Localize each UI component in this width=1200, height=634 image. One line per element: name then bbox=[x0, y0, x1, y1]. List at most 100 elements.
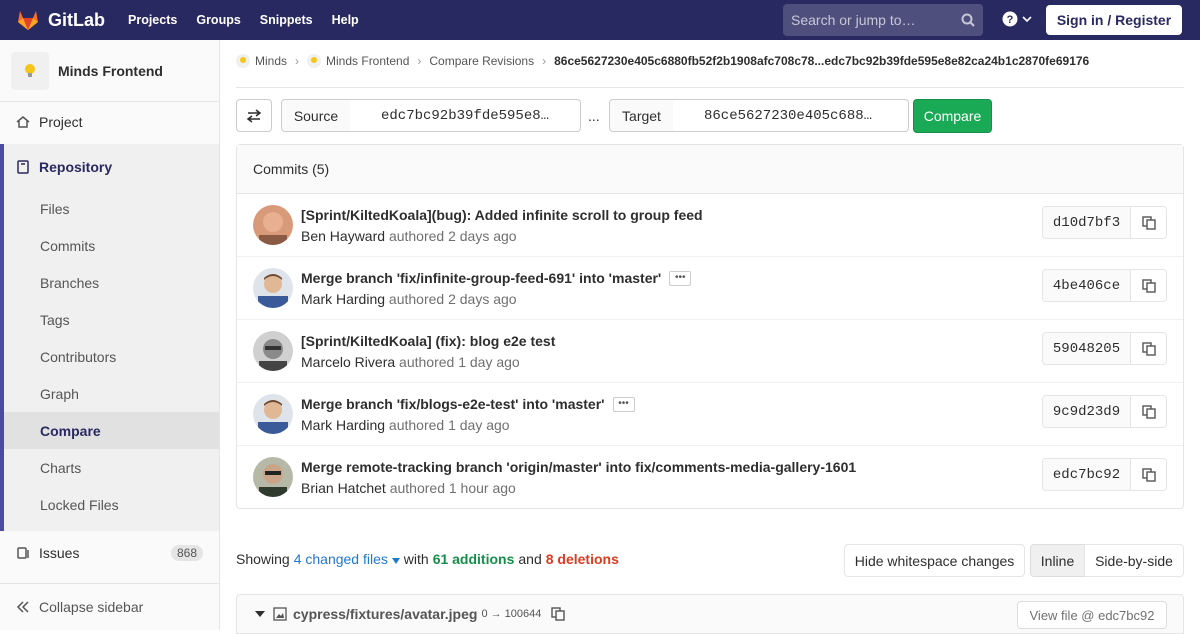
image-file-icon bbox=[273, 607, 287, 621]
commit-sha[interactable]: 59048205 bbox=[1042, 332, 1131, 365]
home-icon bbox=[16, 116, 30, 128]
swap-revisions-button[interactable] bbox=[236, 99, 272, 132]
sidebar-item-repository[interactable]: Repository bbox=[4, 144, 219, 190]
copy-sha-button[interactable] bbox=[1130, 206, 1167, 239]
file-path[interactable]: cypress/fixtures/avatar.jpeg bbox=[293, 606, 477, 622]
changed-files-label: 4 changed files bbox=[293, 551, 388, 567]
copy-icon bbox=[1141, 404, 1156, 419]
commit-author[interactable]: Mark Harding bbox=[301, 291, 385, 307]
commits-header: Commits (5) bbox=[237, 145, 1183, 194]
copy-sha-button[interactable] bbox=[1130, 269, 1167, 302]
commits-panel: Commits (5) [Sprint/KiltedKoala](bug): A… bbox=[236, 144, 1184, 509]
side-by-side-button[interactable]: Side-by-side bbox=[1084, 544, 1184, 577]
sidebar-item-locked-files[interactable]: Locked Files bbox=[4, 486, 219, 523]
sidebar-item-project[interactable]: Project bbox=[0, 102, 219, 142]
search-input[interactable]: Search or jump to… bbox=[783, 4, 983, 36]
commit-sha[interactable]: edc7bc92 bbox=[1042, 458, 1131, 491]
nav-help[interactable]: Help bbox=[332, 13, 359, 27]
nav-projects[interactable]: Projects bbox=[128, 13, 177, 27]
collapse-sidebar-button[interactable]: Collapse sidebar bbox=[0, 583, 219, 629]
view-file-button[interactable]: View file @ edc7bc92 bbox=[1017, 601, 1167, 629]
commit-title[interactable]: [Sprint/KiltedKoala](bug): Added infinit… bbox=[301, 207, 703, 223]
project-name: Minds Frontend bbox=[58, 62, 163, 79]
breadcrumb-current[interactable]: 86ce5627230e405c6880fb52f2b1908afc708c78… bbox=[554, 54, 1089, 68]
caret-down-icon bbox=[391, 558, 400, 564]
caret-down-icon[interactable] bbox=[255, 610, 265, 618]
chevron-right-icon: › bbox=[417, 54, 422, 68]
sidebar-item-issues[interactable]: Issues 868 bbox=[0, 532, 219, 574]
with-text: with bbox=[403, 551, 429, 567]
copy-sha-button[interactable] bbox=[1130, 395, 1167, 428]
copy-icon bbox=[1141, 215, 1156, 230]
commit-row: Merge branch 'fix/blogs-e2e-test' into '… bbox=[237, 383, 1183, 446]
breadcrumb-item-project[interactable]: Minds Frontend bbox=[307, 54, 409, 68]
sidebar-item-label: Project bbox=[39, 114, 83, 130]
sign-in-button[interactable]: Sign in / Register bbox=[1046, 5, 1182, 35]
copy-icon[interactable] bbox=[551, 607, 566, 621]
hide-whitespace-button[interactable]: Hide whitespace changes bbox=[844, 544, 1025, 577]
more-ellipsis-button[interactable]: ••• bbox=[669, 270, 692, 286]
commit-title[interactable]: Merge branch 'fix/blogs-e2e-test' into '… bbox=[301, 396, 605, 412]
avatar[interactable] bbox=[253, 457, 293, 497]
commit-title[interactable]: Merge branch 'fix/infinite-group-feed-69… bbox=[301, 270, 661, 286]
commit-time: authored 2 days ago bbox=[388, 291, 517, 307]
avatar[interactable] bbox=[253, 205, 293, 245]
issues-icon bbox=[17, 547, 29, 559]
breadcrumb-item-minds[interactable]: Minds bbox=[236, 54, 287, 68]
more-ellipsis-button[interactable]: ••• bbox=[612, 396, 635, 412]
breadcrumb-item-compare[interactable]: Compare Revisions bbox=[429, 54, 534, 68]
target-revision-dropdown[interactable]: 86ce5627230e405c688… bbox=[673, 99, 909, 132]
sidebar-item-label: Issues bbox=[39, 545, 80, 561]
commit-title[interactable]: Merge remote-tracking branch 'origin/mas… bbox=[301, 459, 856, 475]
copy-sha-button[interactable] bbox=[1130, 458, 1167, 491]
sidebar-item-graph[interactable]: Graph bbox=[4, 375, 219, 412]
sidebar-project-header[interactable]: Minds Frontend bbox=[0, 40, 219, 102]
copy-icon bbox=[1141, 341, 1156, 356]
commit-author[interactable]: Marcelo Rivera bbox=[301, 354, 395, 370]
chevron-right-icon: › bbox=[295, 54, 300, 68]
sidebar-item-contributors[interactable]: Contributors bbox=[4, 338, 219, 375]
sidebar-item-branches[interactable]: Branches bbox=[4, 264, 219, 301]
sidebar-item-label: Repository bbox=[39, 159, 113, 175]
help-dropdown[interactable]: ? bbox=[1002, 11, 1032, 27]
commit-row: [Sprint/KiltedKoala](bug): Added infinit… bbox=[237, 194, 1183, 257]
source-revision-dropdown[interactable]: edc7bc92b39fde595e8… bbox=[350, 99, 581, 132]
doc-icon bbox=[17, 160, 29, 174]
sidebar-item-compare[interactable]: Compare bbox=[4, 412, 219, 449]
avatar[interactable] bbox=[253, 268, 293, 308]
commit-sha[interactable]: 4be406ce bbox=[1042, 269, 1131, 302]
swap-icon bbox=[246, 108, 262, 123]
commit-author[interactable]: Mark Harding bbox=[301, 417, 385, 433]
lightbulb-icon bbox=[307, 54, 322, 68]
nav-snippets[interactable]: Snippets bbox=[260, 13, 313, 27]
gitlab-logo[interactable]: GitLab bbox=[16, 9, 105, 31]
compare-button[interactable]: Compare bbox=[913, 99, 992, 133]
additions-count: 61 additions bbox=[432, 551, 515, 567]
sidebar-item-files[interactable]: Files bbox=[4, 190, 219, 227]
commit-author[interactable]: Ben Hayward bbox=[301, 228, 385, 244]
svg-text:?: ? bbox=[1007, 14, 1014, 26]
avatar[interactable] bbox=[253, 394, 293, 434]
commit-title[interactable]: [Sprint/KiltedKoala] (fix): blog e2e tes… bbox=[301, 333, 555, 349]
commit-sha[interactable]: d10d7bf3 bbox=[1042, 206, 1131, 239]
sidebar-item-commits[interactable]: Commits bbox=[4, 227, 219, 264]
sidebar-item-tags[interactable]: Tags bbox=[4, 301, 219, 338]
breadcrumb: Minds › Minds Frontend › Compare Revisio… bbox=[236, 54, 1184, 88]
breadcrumb-label: Minds Frontend bbox=[326, 54, 410, 68]
double-chevron-left-icon bbox=[16, 600, 29, 613]
chevron-right-icon: › bbox=[542, 54, 547, 68]
source-label: Source bbox=[281, 99, 351, 132]
avatar[interactable] bbox=[253, 331, 293, 371]
copy-icon bbox=[1141, 467, 1156, 482]
changed-files-dropdown[interactable]: 4 changed files bbox=[294, 551, 400, 567]
copy-sha-button[interactable] bbox=[1130, 332, 1167, 365]
commit-sha[interactable]: 9c9d23d9 bbox=[1042, 395, 1131, 428]
top-navbar: GitLab Projects Groups Snippets Help Sea… bbox=[0, 0, 1200, 40]
commit-author[interactable]: Brian Hatchet bbox=[301, 480, 386, 496]
diff-stats: Showing 4 changed files with 61 addition… bbox=[236, 551, 623, 567]
nav-groups[interactable]: Groups bbox=[196, 13, 240, 27]
inline-view-button[interactable]: Inline bbox=[1030, 544, 1085, 577]
sidebar-item-charts[interactable]: Charts bbox=[4, 449, 219, 486]
commit-row: Merge branch 'fix/infinite-group-feed-69… bbox=[237, 257, 1183, 320]
copy-icon bbox=[1141, 278, 1156, 293]
